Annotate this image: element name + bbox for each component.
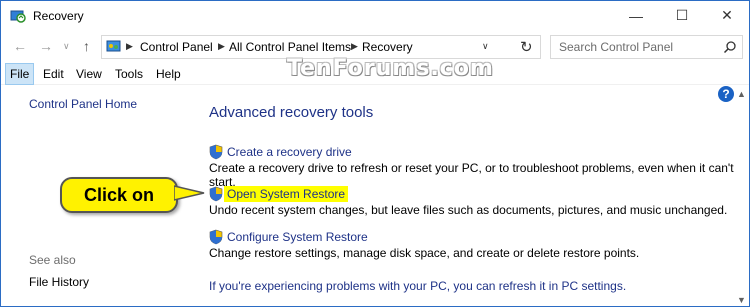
open-system-restore-label[interactable]: Open System Restore xyxy=(224,186,349,202)
click-on-callout: Click on xyxy=(60,177,178,213)
minimize-button[interactable]: — xyxy=(613,1,659,30)
menu-help[interactable]: Help xyxy=(152,63,185,85)
control-panel-icon xyxy=(106,40,121,52)
menu-file[interactable]: File xyxy=(5,63,35,85)
open-system-restore-description: Undo recent system changes, but leave fi… xyxy=(209,203,728,217)
search-input[interactable]: Search Control Panel xyxy=(559,40,673,54)
breadcrumb-control-panel[interactable]: Control Panel xyxy=(140,40,213,54)
close-button[interactable]: ✕ xyxy=(704,1,750,30)
create-recovery-drive-link[interactable]: Create a recovery drive xyxy=(227,145,352,159)
uac-shield-icon xyxy=(209,144,223,160)
menu-edit[interactable]: Edit xyxy=(39,63,68,85)
maximize-button[interactable]: ☐ xyxy=(659,1,705,30)
menu-view[interactable]: View xyxy=(72,63,106,85)
maximize-icon: ☐ xyxy=(675,7,689,23)
callout-text: Click on xyxy=(83,185,154,205)
recent-locations-chevron-icon[interactable]: ∨ xyxy=(63,41,70,52)
recovery-window: Recovery — ☐ ✕ ← → ∨ ↑ ▶ Control Panel ▶… xyxy=(0,0,750,307)
search-icon[interactable] xyxy=(723,40,737,54)
refresh-icon[interactable]: ↻ xyxy=(520,38,533,56)
scroll-up-arrow-icon[interactable]: ▲ xyxy=(737,89,746,99)
page-title: Advanced recovery tools xyxy=(209,104,374,121)
up-arrow-icon[interactable]: ↑ xyxy=(83,38,90,54)
breadcrumb-separator-icon[interactable]: ▶ xyxy=(126,41,133,52)
uac-shield-icon xyxy=(209,186,223,202)
configure-system-restore-description: Change restore settings, manage disk spa… xyxy=(209,246,640,260)
breadcrumb-all-items[interactable]: All Control Panel Items xyxy=(229,40,351,54)
file-history-link[interactable]: File History xyxy=(29,275,89,289)
open-system-restore-link[interactable]: Open System Restore xyxy=(224,186,349,202)
forward-arrow-icon[interactable]: → xyxy=(39,38,53,54)
scroll-down-arrow-icon[interactable]: ▼ xyxy=(737,295,746,305)
minimize-icon: — xyxy=(629,7,643,24)
refresh-pc-settings-link[interactable]: If you're experiencing problems with you… xyxy=(209,279,626,293)
uac-shield-icon xyxy=(209,229,223,245)
title-bar: Recovery — ☐ ✕ xyxy=(1,1,749,31)
help-icon[interactable]: ? xyxy=(718,86,734,102)
control-panel-home-link[interactable]: Control Panel Home xyxy=(29,97,137,111)
create-recovery-drive-description: Create a recovery drive to refresh or re… xyxy=(209,161,734,189)
breadcrumb-separator-icon[interactable]: ▶ xyxy=(218,41,225,52)
breadcrumb-separator-icon[interactable]: ▶ xyxy=(351,41,358,52)
window-title: Recovery xyxy=(33,9,84,23)
back-arrow-icon[interactable]: ← xyxy=(13,38,27,54)
address-dropdown-icon[interactable]: ∨ xyxy=(482,41,489,52)
close-icon: ✕ xyxy=(721,7,733,23)
configure-system-restore-link[interactable]: Configure System Restore xyxy=(227,230,368,244)
search-box[interactable]: Search Control Panel xyxy=(550,35,743,59)
recovery-app-icon xyxy=(10,10,26,23)
watermark: TenForums.com xyxy=(287,56,494,81)
see-also-heading: See also xyxy=(29,253,76,267)
callout-arrow-icon xyxy=(174,185,205,201)
menu-tools[interactable]: Tools xyxy=(111,63,147,85)
breadcrumb-recovery[interactable]: Recovery xyxy=(362,40,413,54)
